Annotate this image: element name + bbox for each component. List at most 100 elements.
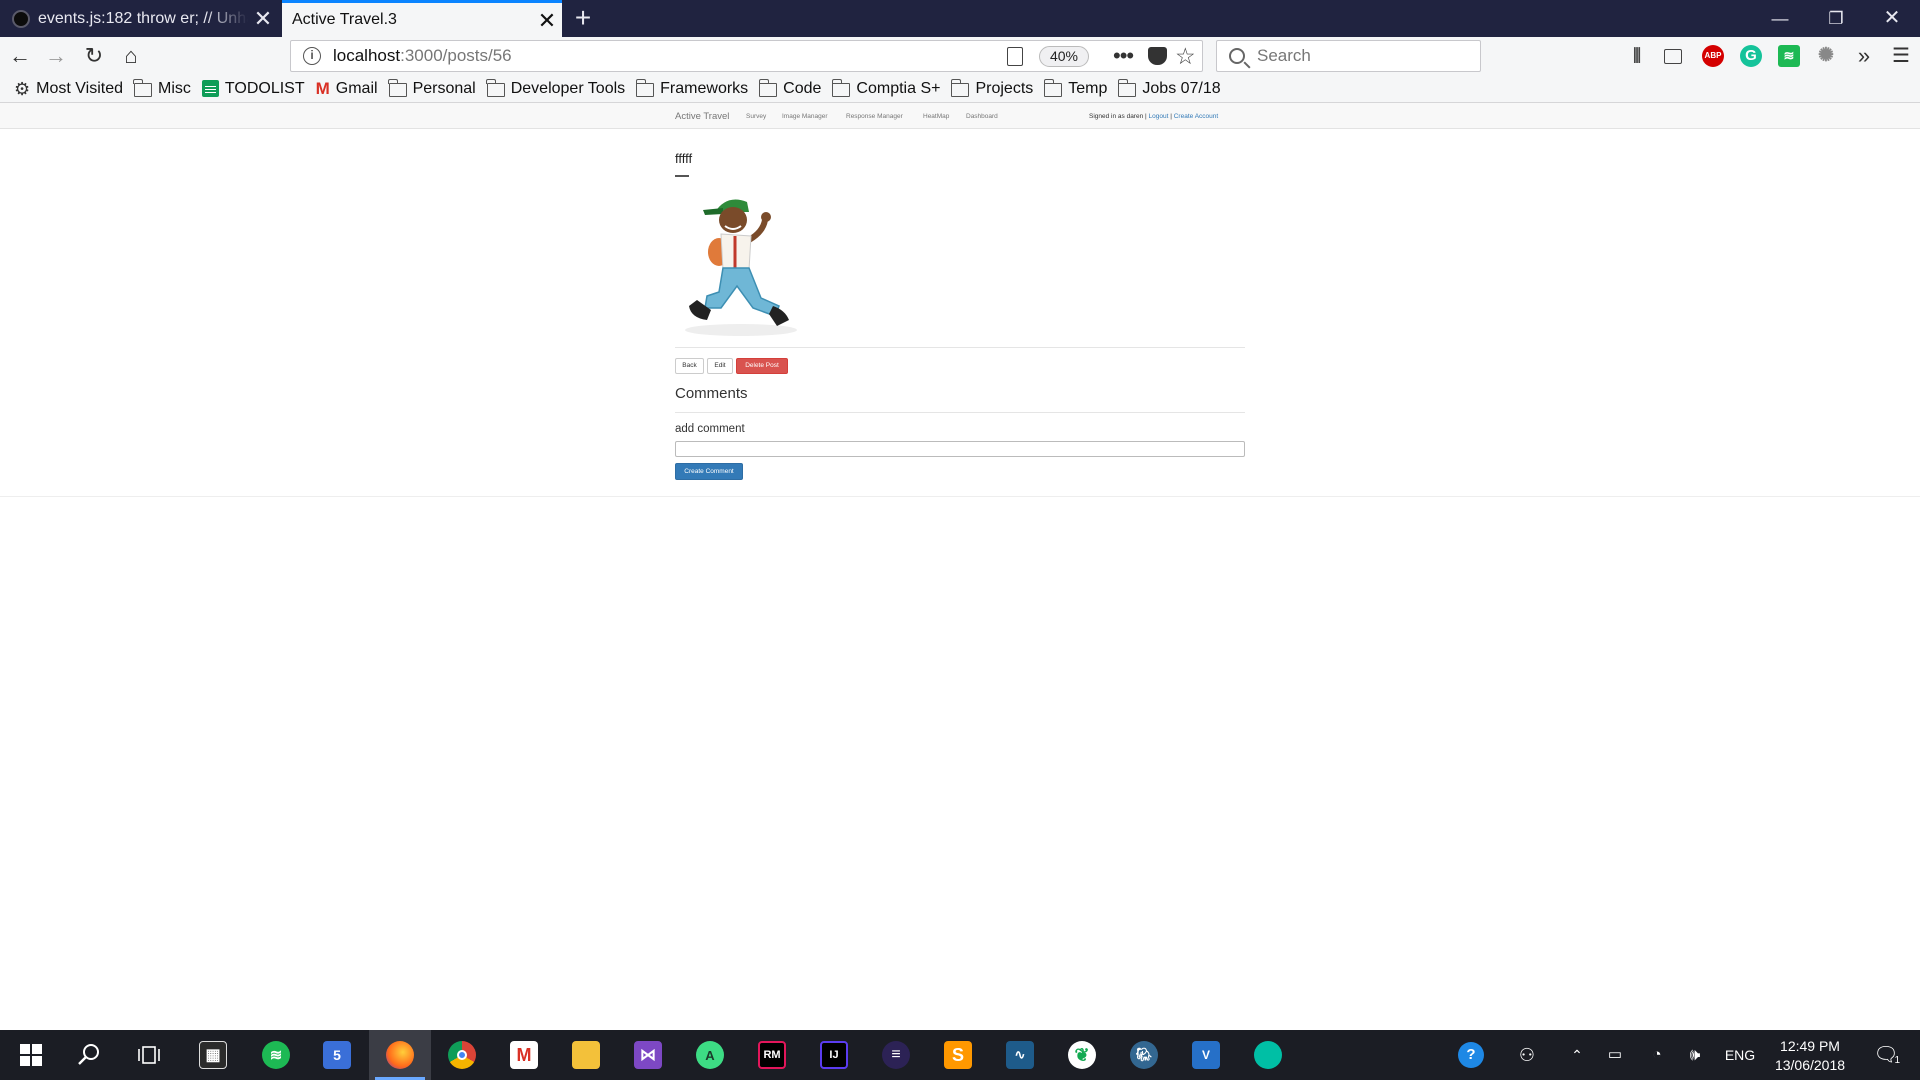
search-bar[interactable]: Search [1216, 40, 1481, 72]
gmail-icon[interactable]: M [493, 1030, 555, 1080]
bookmark-label: Projects [975, 79, 1034, 97]
close-tab-icon[interactable]: ✕ [532, 2, 562, 39]
mongodb-icon[interactable]: ❦ [1051, 1030, 1113, 1080]
clock-date: 13/06/2018 [1774, 1057, 1846, 1073]
adblock-plus-icon[interactable]: ABP [1702, 45, 1724, 67]
help-icon[interactable]: ? [1456, 1030, 1486, 1080]
calculator-icon[interactable]: ▦ [182, 1030, 244, 1080]
nav-survey[interactable]: Survey [746, 113, 766, 120]
file-explorer-icon[interactable] [555, 1030, 617, 1080]
bookmark-label: Code [783, 79, 822, 97]
bookmark-todolist[interactable]: TODOLIST [201, 80, 305, 98]
bookmark-jobs[interactable]: Jobs 07/18 [1117, 78, 1221, 98]
back-button[interactable]: Back [675, 358, 704, 374]
minimize-icon[interactable]: — [1752, 0, 1808, 37]
nav-image-manager[interactable]: Image Manager [782, 113, 828, 120]
url-bar[interactable]: i localhost:3000/posts/56 40% ••• ☆ [290, 40, 1203, 72]
site-info-icon[interactable]: i [303, 47, 321, 65]
pocket-icon[interactable] [1148, 47, 1167, 65]
language-indicator[interactable]: ENG [1722, 1030, 1758, 1080]
folder-icon [950, 78, 970, 97]
mysql-workbench-icon[interactable]: ∿ [989, 1030, 1051, 1080]
bookmark-frameworks[interactable]: Frameworks [635, 78, 748, 98]
spotify-icon[interactable]: ≋ [245, 1030, 307, 1080]
visual-studio-code-icon[interactable]: V [1175, 1030, 1237, 1080]
teal-app-icon[interactable] [1237, 1030, 1299, 1080]
title-divider [675, 175, 689, 177]
bookmark-comptia[interactable]: Comptia S+ [831, 78, 940, 98]
edit-button[interactable]: Edit [707, 358, 733, 374]
clock[interactable]: 12:49 PM 13/06/2018 [1760, 1037, 1860, 1075]
zoom-level[interactable]: 40% [1039, 46, 1089, 67]
extension-gear-icon[interactable]: ✺ [1815, 45, 1837, 67]
visual-studio-icon[interactable]: ⋈ [617, 1030, 679, 1080]
logout-link[interactable]: Logout [1149, 113, 1169, 120]
nav-heatmap[interactable]: HeatMap [923, 113, 949, 120]
show-hidden-icons[interactable]: ⌃ [1562, 1030, 1592, 1080]
windows-taskbar: ▦ ≋ 5 M ⋈ A RM IJ ≡ S ∿ ❦ 🐘︎ V ? ⚇ ⌃ ▭ ◔… [0, 1030, 1920, 1080]
people-icon[interactable]: ⚇ [1512, 1030, 1542, 1080]
battery-icon[interactable]: ▭ [1600, 1030, 1630, 1080]
windows-start-icon[interactable] [0, 1030, 62, 1080]
hamburger-menu-icon[interactable]: ☰ [1890, 45, 1912, 67]
bookmark-star-icon[interactable]: ☆ [1175, 41, 1196, 71]
close-tab-icon[interactable]: ✕ [248, 0, 278, 37]
nav-dashboard[interactable]: Dashboard [966, 113, 998, 120]
search-placeholder: Search [1257, 46, 1311, 65]
bookmark-code[interactable]: Code [758, 78, 822, 98]
bookmark-most-visited[interactable]: ⚙ Most Visited [14, 80, 123, 98]
browser-window: events.js:182 throw er; // Unhandled ✕ A… [0, 0, 1920, 1080]
tab-active-travel[interactable]: Active Travel.3 ✕ [282, 0, 562, 37]
eclipse-icon[interactable]: ≡ [865, 1030, 927, 1080]
wifi-icon[interactable]: ◔ [1642, 1030, 1672, 1080]
bookmark-temp[interactable]: Temp [1043, 78, 1108, 98]
restore-icon[interactable]: ❐ [1808, 0, 1864, 37]
notification-center-icon[interactable]: 🗨︎ 1 [1870, 1030, 1902, 1080]
search-icon[interactable] [58, 1030, 120, 1080]
bookmark-gmail[interactable]: M Gmail [316, 79, 378, 99]
home-icon[interactable]: ⌂ [115, 41, 147, 71]
delete-post-button[interactable]: Delete Post [736, 358, 788, 374]
bookmark-projects[interactable]: Projects [950, 78, 1034, 98]
sidebar-icon[interactable] [1664, 49, 1682, 64]
bookmark-developer-tools[interactable]: Developer Tools [486, 78, 626, 98]
comment-input[interactable] [675, 441, 1245, 457]
volume-icon[interactable]: 🕪︎ [1680, 1030, 1710, 1080]
create-account-link[interactable]: Create Account [1174, 113, 1218, 120]
page-actions-icon[interactable]: ••• [1113, 41, 1134, 71]
reader-view-icon[interactable] [1007, 47, 1023, 66]
create-comment-button[interactable]: Create Comment [675, 463, 743, 480]
reload-icon[interactable]: ↻ [78, 41, 110, 71]
folder-icon [1043, 78, 1063, 97]
search-icon [1229, 48, 1245, 64]
page-content: Active Travel Survey Image Manager Respo… [0, 103, 1920, 1030]
bookmark-misc[interactable]: Misc [133, 78, 191, 98]
bookmark-personal[interactable]: Personal [387, 78, 476, 98]
intellij-icon[interactable]: IJ [803, 1030, 865, 1080]
post-title: fffff [675, 151, 693, 166]
spotify-extension-icon[interactable]: ≋ [1778, 45, 1800, 67]
back-arrow-icon[interactable]: ← [4, 41, 36, 71]
bookmark-label: Developer Tools [510, 79, 626, 97]
library-icon[interactable]: ⫼ [1626, 45, 1648, 67]
page-divider [0, 496, 1920, 497]
sublime-text-icon[interactable]: S [927, 1030, 989, 1080]
new-tab-button[interactable]: + [568, 2, 598, 34]
forward-arrow-icon[interactable]: → [40, 41, 72, 71]
separator: | [1170, 113, 1172, 120]
calendar-icon[interactable]: 5 [306, 1030, 368, 1080]
grammarly-icon[interactable]: G [1740, 45, 1762, 67]
close-window-icon[interactable]: ✕ [1864, 0, 1920, 37]
nav-response-manager[interactable]: Response Manager [846, 113, 903, 120]
site-brand[interactable]: Active Travel [675, 111, 729, 122]
postgresql-icon[interactable]: 🐘︎ [1113, 1030, 1175, 1080]
overflow-menu-icon[interactable]: » [1853, 45, 1875, 67]
chrome-icon[interactable] [431, 1030, 493, 1080]
tab-events-js[interactable]: events.js:182 throw er; // Unhandled ✕ [0, 0, 278, 37]
rubymine-icon[interactable]: RM [741, 1030, 803, 1080]
firefox-icon[interactable] [369, 1030, 431, 1080]
folder-icon [486, 78, 505, 97]
task-view-icon[interactable] [118, 1030, 180, 1080]
android-studio-icon[interactable]: A [679, 1030, 741, 1080]
bookmark-label: Temp [1068, 79, 1108, 97]
